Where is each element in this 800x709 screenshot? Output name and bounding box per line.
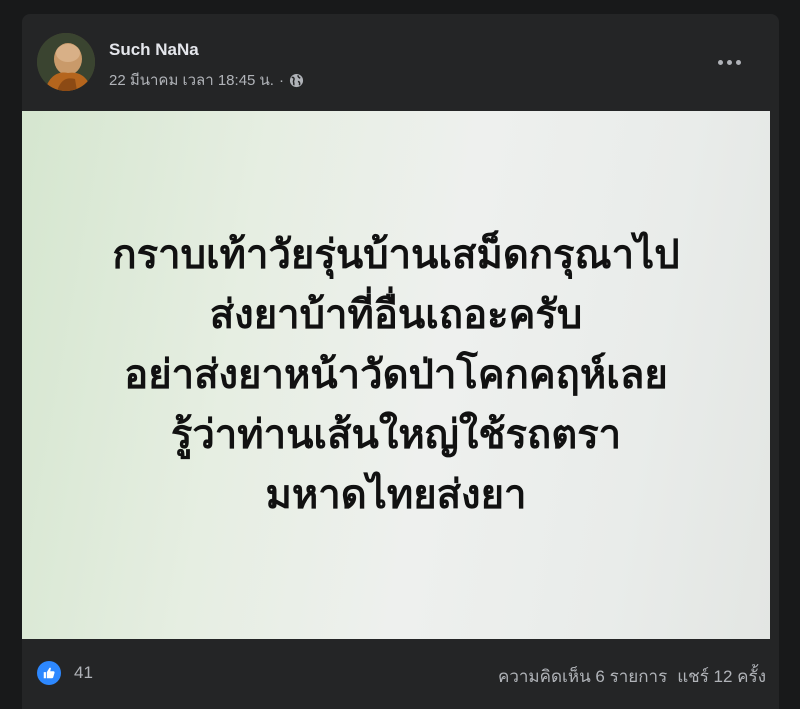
more-dot — [735, 59, 741, 65]
comments-count[interactable]: ความคิดเห็น 6 รายการ — [498, 663, 667, 690]
meta-separator: · — [278, 71, 284, 89]
post-footer: 41 ความคิดเห็น 6 รายการ แชร์ 12 ครั้ง — [22, 639, 770, 709]
like-count[interactable]: 41 — [74, 663, 93, 683]
more-dot — [717, 59, 723, 65]
globe-icon[interactable] — [289, 73, 304, 88]
author-name[interactable]: Such NaNa — [109, 40, 199, 60]
image-text-line: ส่งยาบ้าที่อื่นเถอะครับ — [209, 292, 583, 338]
avatar-photo — [37, 33, 95, 91]
post-stats: ความคิดเห็น 6 รายการ แชร์ 12 ครั้ง — [498, 663, 766, 690]
image-text-line: อย่าส่งยาหน้าวัดป่าโคกคฤห์เลย — [124, 352, 668, 398]
image-text-line: มหาดไทยส่งยา — [265, 472, 527, 518]
post-meta: 22 มีนาคม เวลา 18:45 น. · — [109, 68, 304, 92]
post-timestamp[interactable]: 22 มีนาคม เวลา 18:45 น. — [109, 68, 274, 92]
image-text-line: รู้ว่าท่านเส้นใหญ่ใช้รถตรา — [170, 412, 622, 458]
more-options-icon[interactable] — [711, 50, 747, 74]
post-image[interactable]: กราบเท้าวัยรุ่นบ้านเสม็ดกรุณาไป ส่งยาบ้า… — [22, 111, 770, 639]
post-header: Such NaNa 22 มีนาคม เวลา 18:45 น. · — [22, 14, 779, 111]
image-text-line: กราบเท้าวัยรุ่นบ้านเสม็ดกรุณาไป — [112, 232, 680, 278]
more-dot — [726, 59, 732, 65]
like-icon[interactable] — [37, 661, 61, 685]
shares-count[interactable]: แชร์ 12 ครั้ง — [677, 663, 766, 690]
post-card: Such NaNa 22 มีนาคม เวลา 18:45 น. · กราบ… — [22, 14, 779, 709]
avatar[interactable] — [37, 33, 95, 91]
